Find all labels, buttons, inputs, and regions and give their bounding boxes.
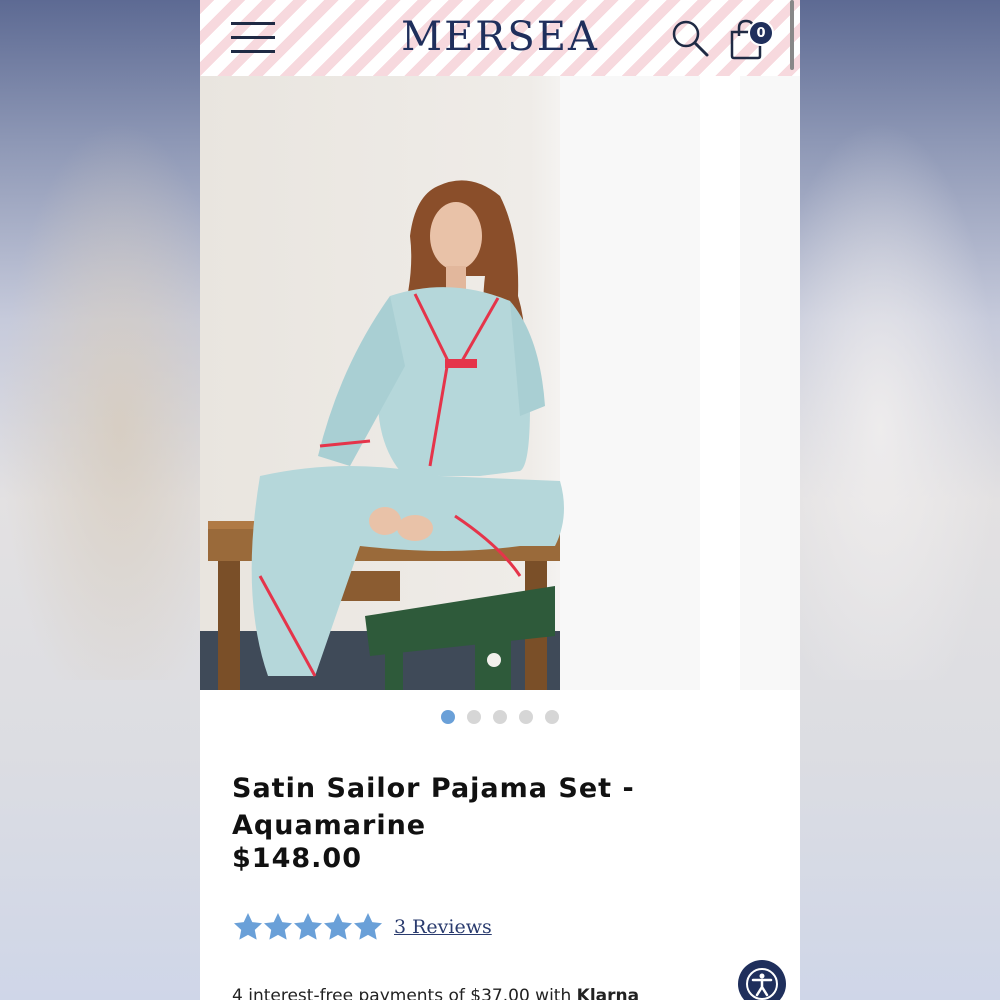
star-icon (264, 913, 292, 940)
scrollbar[interactable] (790, 0, 794, 70)
gallery-dot-1[interactable] (441, 710, 455, 724)
star-icon (324, 913, 352, 940)
brand-logo[interactable]: MERSEA (200, 14, 800, 60)
gallery-dot-2[interactable] (467, 710, 481, 724)
mobile-page: MERSEA 0 Satin Sailor Pajama Set - Aquam… (200, 0, 800, 1000)
klarna-link[interactable]: Klarna (577, 986, 639, 1000)
gallery-dot-4[interactable] (519, 710, 533, 724)
background-blur-left (0, 120, 200, 680)
klarna-payment-text: 4 interest-free payments of $37.00 with … (232, 986, 639, 1000)
product-image[interactable] (200, 76, 800, 690)
gallery-dot-5[interactable] (545, 710, 559, 724)
klarna-installments: 4 interest-free payments of $37.00 with (232, 986, 577, 1000)
site-header: MERSEA 0 (200, 0, 800, 76)
gallery-dot-3[interactable] (493, 710, 507, 724)
background-blur-right (800, 120, 1000, 680)
product-title: Satin Sailor Pajama Set - Aquamarine (232, 773, 635, 841)
star-icon (354, 913, 382, 940)
search-icon[interactable] (670, 18, 710, 58)
star-icon (294, 913, 322, 940)
shopping-bag-icon[interactable]: 0 (726, 16, 776, 62)
reviews-link[interactable]: 3 Reviews (394, 916, 492, 938)
star-icon (234, 913, 262, 940)
rating-row: 3 Reviews (232, 910, 492, 944)
product-price: $148.00 (232, 843, 362, 874)
accessibility-icon[interactable] (738, 960, 786, 1000)
cart-count-badge: 0 (748, 20, 774, 46)
gallery-pagination (200, 710, 800, 726)
